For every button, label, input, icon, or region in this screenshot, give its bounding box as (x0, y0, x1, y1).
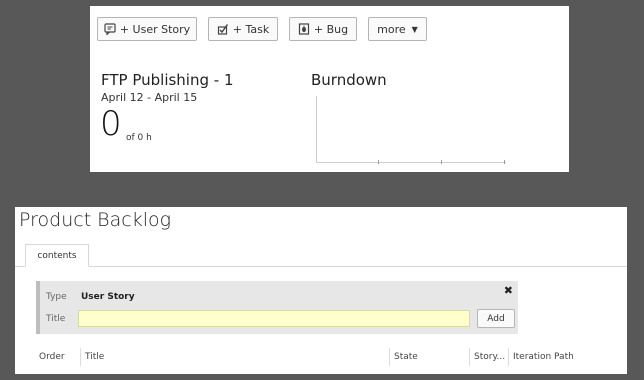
add-button[interactable]: Add (477, 309, 515, 328)
product-backlog-panel: Product Backlog contents Type User Story… (15, 207, 627, 374)
iteration-name[interactable]: FTP Publishing - 1 (101, 71, 234, 89)
backlog-grid-header: Order Title State Story... Iteration Pat… (15, 348, 627, 366)
page-title: Product Backlog (19, 209, 172, 231)
task-icon (217, 23, 229, 35)
burndown-y-axis (316, 96, 317, 162)
remaining-work-count: 0 (100, 104, 122, 144)
burndown-chart[interactable] (316, 96, 508, 166)
more-label: more (377, 22, 406, 36)
column-header-state[interactable]: State (390, 348, 470, 366)
quick-add-panel: Type User Story ✖ Title Add (36, 281, 518, 334)
type-value[interactable]: User Story (81, 292, 135, 302)
bug-icon (298, 23, 310, 35)
burndown-x-tick (441, 160, 442, 164)
add-bug-label: + Bug (313, 22, 349, 36)
caret-down-icon: ▼ (411, 24, 418, 34)
burndown-x-axis (316, 162, 506, 163)
iteration-dates: April 12 - April 15 (101, 91, 198, 104)
column-header-order[interactable]: Order (35, 348, 81, 366)
tab-contents[interactable]: contents (25, 244, 89, 267)
user-story-icon (104, 23, 116, 35)
more-menu-button[interactable]: more ▼ (368, 17, 427, 41)
burndown-x-tick (378, 160, 379, 164)
burndown-title: Burndown (311, 71, 387, 89)
add-task-label: + Task (232, 22, 270, 36)
burndown-x-tick (504, 160, 505, 164)
iteration-panel: + User Story + Task + Bug more ▼ FTP Pub… (90, 6, 569, 172)
add-user-story-label: + User Story (119, 22, 191, 36)
type-label: Type (46, 292, 67, 302)
title-input[interactable] (78, 310, 470, 327)
column-header-story-points[interactable]: Story... (470, 348, 509, 366)
column-header-title[interactable]: Title (81, 348, 390, 366)
tab-strip-divider (15, 266, 627, 267)
add-bug-button[interactable]: + Bug (289, 17, 357, 41)
remaining-work-capacity: of 0 h (126, 133, 152, 143)
column-header-iteration-path[interactable]: Iteration Path (509, 348, 627, 366)
add-task-button[interactable]: + Task (208, 17, 278, 41)
close-icon[interactable]: ✖ (504, 284, 513, 297)
title-label: Title (46, 314, 66, 324)
add-user-story-button[interactable]: + User Story (97, 17, 197, 41)
